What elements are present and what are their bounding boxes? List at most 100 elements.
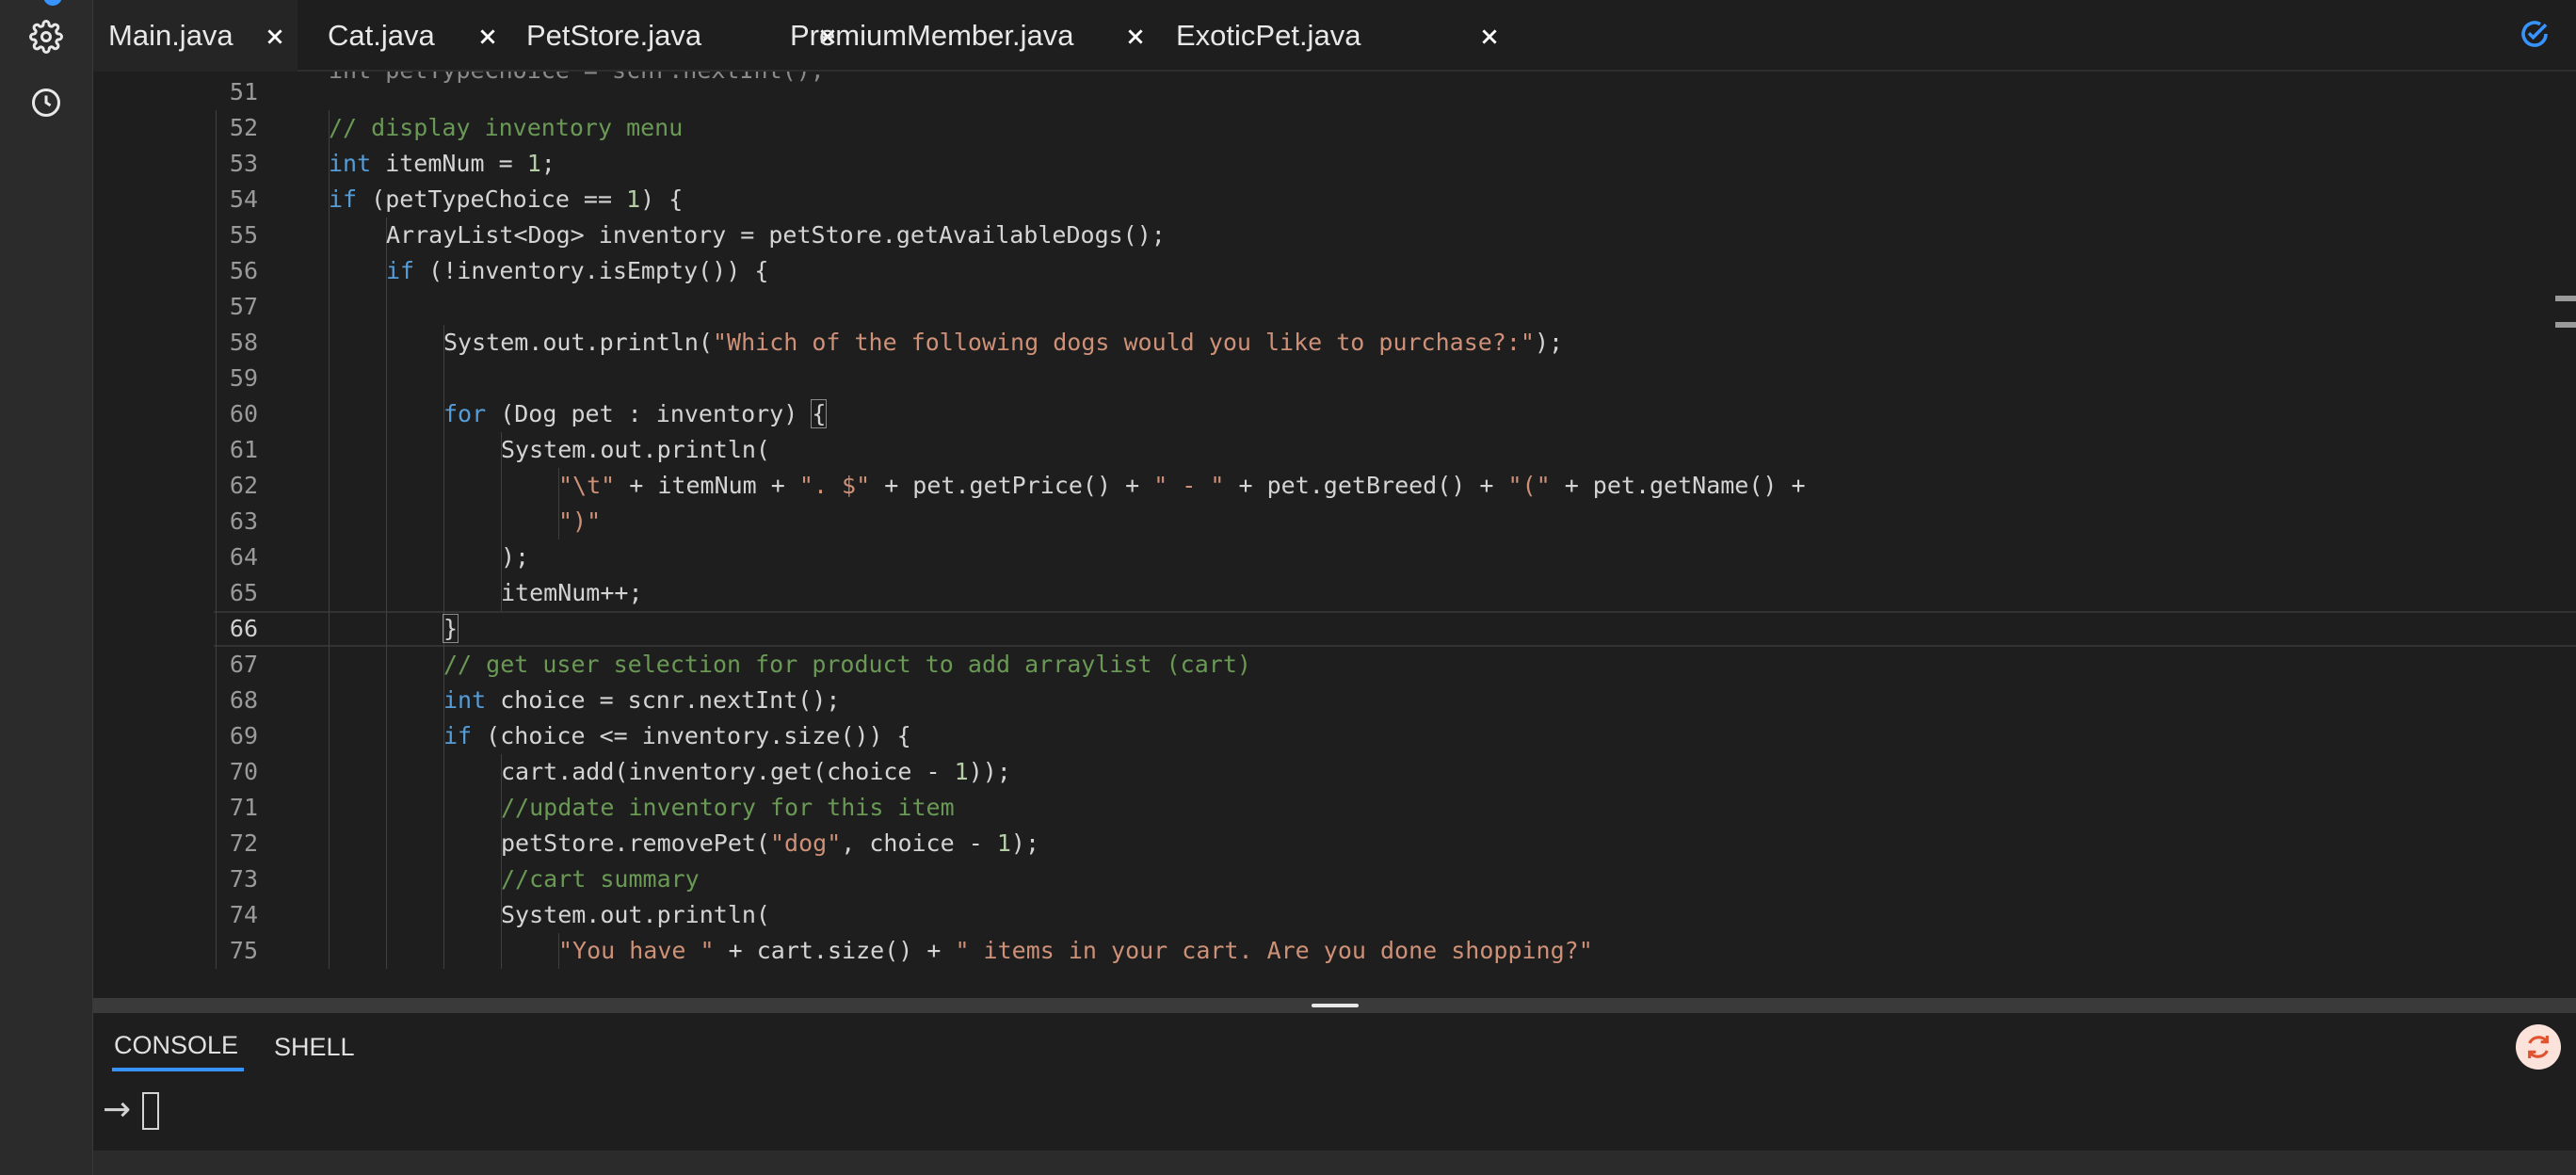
- code-line[interactable]: 57: [93, 289, 2576, 325]
- editor-tab-bar: Main.java Cat.java PetStore.java Premium…: [93, 0, 2576, 72]
- code-text: if (!inventory.isEmpty()) {: [386, 253, 768, 289]
- close-icon[interactable]: [474, 23, 502, 51]
- indent-guide: [216, 217, 217, 253]
- tab-shell[interactable]: SHELL: [274, 1022, 368, 1071]
- code-line[interactable]: 71 //update inventory for this item: [93, 790, 2576, 826]
- code-line[interactable]: 72 petStore.removePet("dog", choice - 1);: [93, 826, 2576, 861]
- code-text: //cart summary: [501, 861, 700, 897]
- tab-label: CONSOLE: [114, 1030, 239, 1059]
- indent-guide: [386, 289, 387, 325]
- tab-exoticpet-java[interactable]: ExoticPet.java: [1176, 0, 1553, 72]
- console-input[interactable]: [142, 1092, 159, 1130]
- prompt-arrow-icon: →: [103, 1090, 132, 1129]
- code-token: ". $": [798, 472, 871, 499]
- tab-petstore-java[interactable]: PetStore.java: [507, 0, 835, 72]
- code-text: for (Dog pet : inventory) {: [443, 396, 828, 432]
- code-editor[interactable]: int petTypeChoice = scnr.nextInt(); 5152…: [93, 72, 2576, 998]
- code-line[interactable]: 62 "\t" + itemNum + ". $" + pet.getPrice(…: [93, 468, 2576, 504]
- indent-guide: [329, 217, 330, 253]
- history-icon[interactable]: [21, 77, 72, 128]
- code-line[interactable]: 64);: [93, 539, 2576, 575]
- panel-splitter[interactable]: [93, 998, 2576, 1013]
- indent-guide: [216, 683, 217, 718]
- code-text: );: [501, 539, 529, 575]
- indent-guide: [443, 826, 444, 861]
- code-token: " - ": [1153, 472, 1225, 499]
- indent-guide: [386, 933, 387, 969]
- code-text: if (petTypeChoice == 1) {: [329, 182, 683, 217]
- code-line[interactable]: 63 ")": [93, 504, 2576, 539]
- code-text: petStore.removePet("dog", choice - 1);: [501, 826, 1039, 861]
- line-number: 62: [229, 472, 258, 499]
- indent-guide: [216, 289, 217, 325]
- indent-guide: [329, 325, 330, 361]
- indent-guide: [329, 897, 330, 933]
- indent-guide: [329, 718, 330, 754]
- settings-icon[interactable]: [21, 11, 72, 62]
- code-line[interactable]: 73 //cart summary: [93, 861, 2576, 897]
- tab-main-java[interactable]: Main.java: [93, 0, 298, 72]
- line-number: 54: [229, 185, 258, 213]
- code-token: ) {: [640, 185, 684, 213]
- code-line[interactable]: 54 if (petTypeChoice == 1) {: [93, 182, 2576, 217]
- code-line[interactable]: 68 int choice = scnr.nextInt();: [93, 683, 2576, 718]
- indent-guide: [329, 647, 330, 683]
- code-line[interactable]: 60 for (Dog pet : inventory) {: [93, 396, 2576, 432]
- code-token: + itemNum +: [615, 472, 799, 499]
- indent-guide: [443, 790, 444, 826]
- refresh-icon[interactable]: [2516, 1024, 2561, 1070]
- code-line[interactable]: 66}: [93, 611, 2576, 647]
- code-token: + cart.size() +: [714, 937, 956, 964]
- code-line[interactable]: 67 // get user selection for product to a…: [93, 647, 2576, 683]
- code-line[interactable]: 51: [93, 74, 2576, 110]
- indent-guide: [216, 182, 217, 217]
- code-token: // display inventory menu: [329, 114, 684, 141]
- code-line[interactable]: 70 cart.add(inventory.get(choice - 1));: [93, 754, 2576, 790]
- code-text: "You have " + cart.size() + " items in y…: [558, 933, 1593, 969]
- indent-guide: [329, 361, 330, 396]
- code-token: + pet.getName() +: [1550, 472, 1806, 499]
- code-token: (!inventory.isEmpty()) {: [414, 257, 769, 284]
- tab-premiummember-java[interactable]: PremiumMember.java: [790, 0, 1195, 72]
- code-line[interactable]: 75 "You have " + cart.size() + " items in…: [93, 933, 2576, 969]
- code-token: "(": [1507, 472, 1551, 499]
- code-token: System.out.println(: [501, 436, 770, 463]
- code-line[interactable]: 52 // display inventory menu: [93, 110, 2576, 146]
- line-number: 59: [229, 364, 258, 392]
- line-number: 65: [229, 579, 258, 606]
- code-line[interactable]: 65 itemNum++;: [93, 575, 2576, 611]
- code-text: }: [442, 611, 459, 647]
- code-token: 1: [954, 758, 969, 785]
- code-token: if: [329, 185, 358, 213]
- splitter-grip[interactable]: [1312, 1004, 1359, 1007]
- line-number: 74: [229, 901, 258, 928]
- code-token: }: [442, 614, 459, 643]
- check-circle-icon[interactable]: [2512, 11, 2557, 56]
- code-line[interactable]: 74 System.out.println(: [93, 897, 2576, 933]
- close-icon[interactable]: [261, 23, 289, 51]
- code-token: "Which of the following dogs would you l…: [712, 329, 1535, 356]
- tab-console[interactable]: CONSOLE: [112, 1022, 244, 1071]
- code-line[interactable]: 59: [93, 361, 2576, 396]
- indent-guide: [443, 897, 444, 933]
- code-token: choice = scnr.nextInt();: [486, 686, 841, 714]
- code-token: for: [443, 400, 487, 427]
- tab-label: Cat.java: [328, 19, 435, 52]
- indent-guide: [216, 861, 217, 897]
- code-text: // display inventory menu: [329, 110, 683, 146]
- code-token: );: [1534, 329, 1564, 356]
- code-line[interactable]: 55 ArrayList<Dog> inventory = petStore.ge…: [93, 217, 2576, 253]
- close-icon[interactable]: [1121, 23, 1150, 51]
- code-line[interactable]: 58 System.out.println("Which of the follo…: [93, 325, 2576, 361]
- code-token: );: [501, 543, 530, 571]
- line-number: 55: [229, 221, 258, 249]
- code-line[interactable]: 61 System.out.println(: [93, 432, 2576, 468]
- code-line[interactable]: 53 int itemNum = 1;: [93, 146, 2576, 182]
- indent-guide: [216, 504, 217, 539]
- code-line[interactable]: 56 if (!inventory.isEmpty()) {: [93, 253, 2576, 289]
- code-text: "\t" + itemNum + ". $" + pet.getPrice() …: [558, 468, 1806, 504]
- indent-guide: [443, 361, 444, 396]
- code-token: (choice <= inventory.size()) {: [472, 722, 911, 749]
- code-line[interactable]: 69 if (choice <= inventory.size()) {: [93, 718, 2576, 754]
- close-icon[interactable]: [1475, 23, 1504, 51]
